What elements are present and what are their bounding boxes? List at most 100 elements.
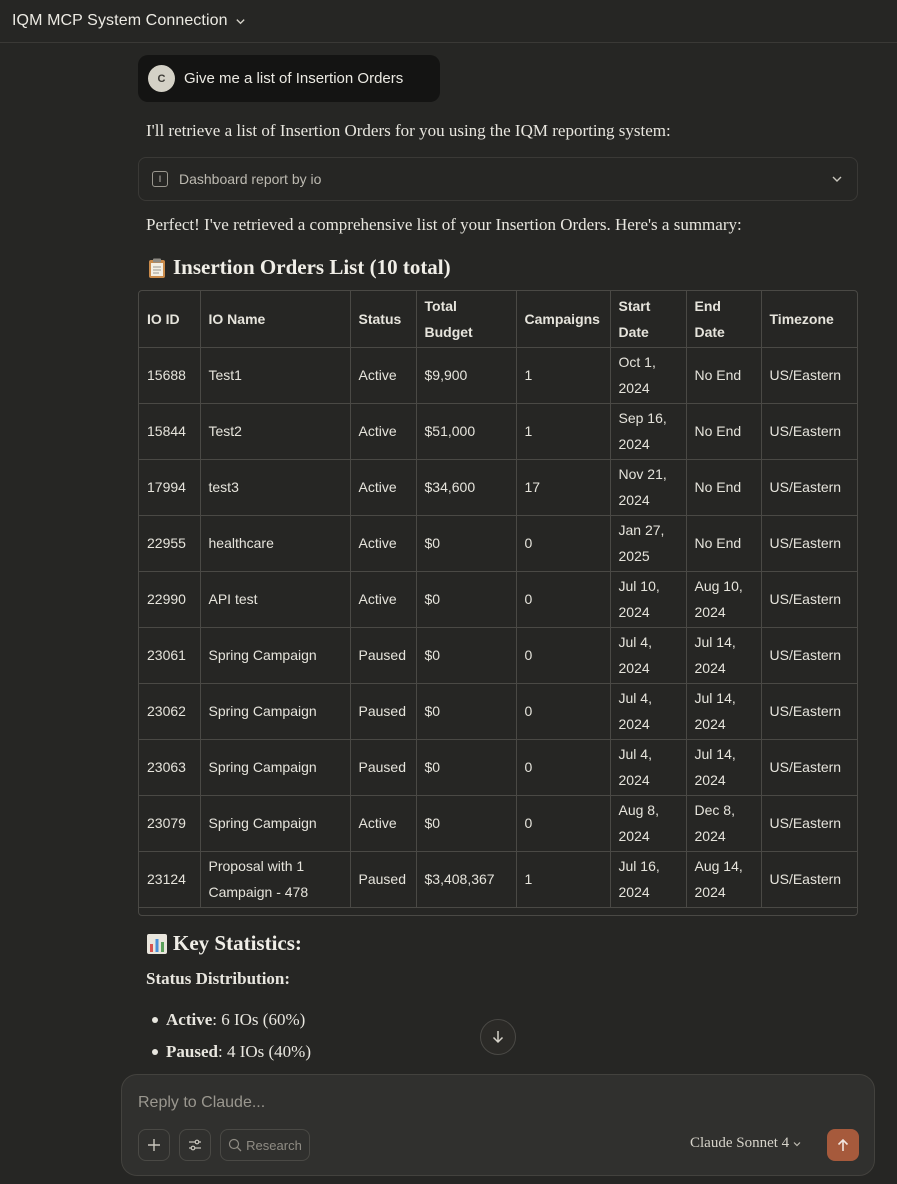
table-cell: $0 xyxy=(415,738,517,796)
tool-call-panel[interactable]: I Dashboard report by io xyxy=(138,157,858,201)
table-cell: 1 xyxy=(515,402,611,460)
table-cell: Sep 16, 2024 xyxy=(609,402,687,460)
table-cell: Test2 xyxy=(199,402,351,460)
table-cell: Active xyxy=(349,346,417,404)
table-cell: US/Eastern xyxy=(760,626,857,684)
insertion-orders-table: IO ID IO Name Status Total Budget Campai… xyxy=(138,290,858,916)
column-header: Start Date xyxy=(609,291,687,348)
conversation-title[interactable]: IQM MCP System Connection xyxy=(12,12,228,30)
table-cell: 23062 xyxy=(139,682,201,740)
table-row: 15688 Test1 Active $9,900 1 Oct 1, 2024 No End… xyxy=(139,346,857,404)
table-cell: $51,000 xyxy=(415,402,517,460)
table-row: 23079 Spring Campaign Active $0 0 Aug 8, 2024… xyxy=(139,794,857,852)
table-cell: healthcare xyxy=(199,514,351,572)
table-header-row: IO ID IO Name Status Total Budget Campai… xyxy=(139,291,857,348)
table-cell: Spring Campaign xyxy=(199,626,351,684)
table-row: 23062 Spring Campaign Paused $0 0 Jul 4, 2024… xyxy=(139,682,857,740)
table-cell: US/Eastern xyxy=(760,346,857,404)
send-button[interactable] xyxy=(827,1129,859,1161)
table-cell: Paused xyxy=(349,850,417,908)
reply-input[interactable] xyxy=(138,1092,738,1114)
table-cell: 23061 xyxy=(139,626,201,684)
model-selector[interactable]: Claude Sonnet 4 xyxy=(690,1135,802,1152)
table-row: 23063 Spring Campaign Paused $0 0 Jul 4, 2024… xyxy=(139,738,857,796)
table-cell: $3,408,367 xyxy=(415,850,517,908)
table-cell: No End xyxy=(685,514,762,572)
table-cell: 1 xyxy=(515,850,611,908)
table-cell: $0 xyxy=(415,794,517,852)
table-cell: US/Eastern xyxy=(760,738,857,796)
column-header: IO Name xyxy=(199,291,351,348)
list-item: Active : 6 IOs (60%) xyxy=(146,1004,311,1036)
table-cell: $0 xyxy=(415,626,517,684)
bullet-label: Active xyxy=(166,1010,213,1029)
chevron-down-icon[interactable] xyxy=(235,16,246,27)
insertion-orders-heading: Insertion Orders List (10 total) xyxy=(146,255,451,280)
table-cell: Proposal with 1 Campaign - 478 xyxy=(199,850,351,908)
table-cell: Active xyxy=(349,514,417,572)
table-cell: 17994 xyxy=(139,458,201,516)
table-cell: Spring Campaign xyxy=(199,682,351,740)
arrow-down-icon xyxy=(492,1031,504,1044)
table-cell: Jul 14, 2024 xyxy=(685,738,762,796)
table-cell: Jul 14, 2024 xyxy=(685,626,762,684)
table-cell: US/Eastern xyxy=(760,514,857,572)
plus-icon xyxy=(148,1139,160,1151)
table-cell: test3 xyxy=(199,458,351,516)
table-cell: No End xyxy=(685,402,762,460)
table-cell: Jul 10, 2024 xyxy=(609,570,687,628)
chevron-down-icon[interactable] xyxy=(831,173,843,185)
bullet-text: : 4 IOs (40%) xyxy=(217,1042,311,1061)
table-cell: 23063 xyxy=(139,738,201,796)
bullet-text: : 6 IOs (60%) xyxy=(212,1010,306,1029)
table-cell: US/Eastern xyxy=(760,794,857,852)
chat-header: IQM MCP System Connection xyxy=(0,0,897,43)
table-cell: Jul 4, 2024 xyxy=(609,738,687,796)
table-cell: Jul 16, 2024 xyxy=(609,850,687,908)
table-row: 22990 API test Active $0 0 Jul 10, 2024 Aug 10… xyxy=(139,570,857,628)
table-row: 23061 Spring Campaign Paused $0 0 Jul 4, 2024… xyxy=(139,626,857,684)
tools-button[interactable] xyxy=(179,1129,211,1161)
table-cell: US/Eastern xyxy=(760,402,857,460)
table-row: 17994 test3 Active $34,600 17 Nov 21, 2024 No … xyxy=(139,458,857,516)
clipboard-icon xyxy=(149,258,165,278)
avatar: C xyxy=(148,65,175,92)
table-cell: 23079 xyxy=(139,794,201,852)
table-cell: Nov 21, 2024 xyxy=(609,458,687,516)
table-cell: Oct 1, 2024 xyxy=(609,346,687,404)
add-attachment-button[interactable] xyxy=(138,1129,170,1161)
scroll-to-bottom-button[interactable] xyxy=(480,1019,516,1055)
column-header: End Date xyxy=(685,291,762,348)
column-header: Status xyxy=(349,291,417,348)
table-cell: Dec 8, 2024 xyxy=(685,794,762,852)
research-button[interactable]: Research xyxy=(220,1129,310,1161)
table-cell: Active xyxy=(349,402,417,460)
tool-call-label: Dashboard report by io xyxy=(179,171,322,187)
table-cell: Jul 4, 2024 xyxy=(609,682,687,740)
table-row: 15844 Test2 Active $51,000 1 Sep 16, 2024 No E… xyxy=(139,402,857,460)
table-cell: API test xyxy=(199,570,351,628)
bullet-dot xyxy=(152,1049,158,1055)
table-cell: Aug 8, 2024 xyxy=(609,794,687,852)
research-label: Research xyxy=(246,1137,302,1153)
table-cell: 22990 xyxy=(139,570,201,628)
bar-chart-icon xyxy=(147,933,167,954)
table-cell: 15844 xyxy=(139,402,201,460)
column-header: Total Budget xyxy=(415,291,517,348)
table-row: 23124 Proposal with 1 Campaign - 478 Pause… xyxy=(139,850,857,908)
table-cell: 17 xyxy=(515,458,611,516)
key-statistics-heading: Key Statistics: xyxy=(146,931,302,956)
table-cell: Jan 27, 2025 xyxy=(609,514,687,572)
table-cell: Active xyxy=(349,570,417,628)
tool-icon: I xyxy=(152,171,168,187)
table-cell: 23124 xyxy=(139,850,201,908)
table-cell: Test1 xyxy=(199,346,351,404)
table-cell: $9,900 xyxy=(415,346,517,404)
table-cell: Active xyxy=(349,794,417,852)
table-cell: Paused xyxy=(349,682,417,740)
table-cell: 0 xyxy=(515,738,611,796)
model-label: Claude Sonnet 4 xyxy=(690,1135,790,1151)
table-cell: 1 xyxy=(515,346,611,404)
table-cell: Paused xyxy=(349,738,417,796)
assistant-intro-text: I'll retrieve a list of Insertion Orders… xyxy=(146,121,671,140)
